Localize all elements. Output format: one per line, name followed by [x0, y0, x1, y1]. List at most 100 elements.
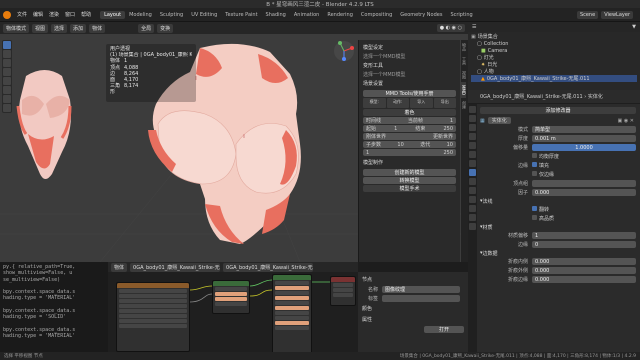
python-console[interactable]: py.{ relative_path=True, show_multiview=… [0, 262, 108, 360]
object-menu[interactable]: 物体 [89, 23, 106, 33]
mix-node[interactable] [212, 280, 250, 314]
material-tab-icon[interactable] [469, 214, 476, 221]
outliner-icon[interactable]: ☰ [472, 24, 476, 30]
list-item[interactable]: ▢ 灯光 [471, 54, 637, 62]
tab-create[interactable]: 创建 [461, 98, 467, 112]
tab-item[interactable]: 物品 [461, 40, 467, 54]
adjust-model-button[interactable]: 模型手术 [363, 185, 456, 192]
menu-render[interactable]: 渲染 [46, 11, 62, 18]
rotate-tool-icon[interactable] [3, 68, 11, 76]
tab-view[interactable]: 视图 [461, 68, 467, 82]
list-item[interactable]: ✷ 日光 [471, 61, 637, 69]
menu-edit[interactable]: 编辑 [30, 11, 46, 18]
navigation-gizmo[interactable] [333, 40, 355, 62]
normals-section[interactable]: ▾ 法线 [468, 197, 640, 205]
tab-uv-editing[interactable]: UV Editing [187, 11, 221, 19]
end-value-2[interactable]: 250 [443, 150, 453, 156]
shader-node-editor[interactable] [108, 272, 358, 360]
scene-settings-header[interactable]: 场景设置 [363, 78, 456, 89]
tool-tab-icon[interactable] [469, 106, 476, 113]
select-box-tool-icon[interactable] [3, 41, 11, 49]
model-setup-header[interactable]: 模型设定 [363, 42, 456, 53]
modifier-header[interactable]: ▦ 实体化 ▣ ◉ ✕ [468, 116, 640, 125]
convert-model-button[interactable]: 转换模型 [363, 177, 456, 184]
scale-tool-icon[interactable] [3, 77, 11, 85]
tab-geometry-nodes[interactable]: Geometry Nodes [396, 11, 446, 19]
iterations-value[interactable]: 10 [447, 142, 453, 148]
shading-button[interactable]: 着色 [363, 109, 456, 116]
filter-icon[interactable]: ▼ [632, 24, 636, 30]
tab-sculpting[interactable]: Sculpting [156, 11, 187, 19]
current-frame-value[interactable]: 1 [450, 118, 453, 124]
measure-tool-icon[interactable] [3, 104, 11, 112]
end-value[interactable]: 250 [443, 126, 453, 132]
scene-tab-icon[interactable] [469, 142, 476, 149]
image-texture-node[interactable] [116, 282, 190, 352]
physics-tab-icon[interactable] [469, 187, 476, 194]
list-item[interactable]: ▢ Collection [471, 40, 637, 47]
transform-dropdown[interactable]: 变换 [157, 23, 174, 33]
menu-file[interactable]: 文件 [14, 11, 30, 18]
tab-tool[interactable]: 工具 [461, 54, 467, 68]
constraints-tab-icon[interactable] [469, 196, 476, 203]
export-model-button[interactable]: 导出 [433, 98, 456, 108]
move-tool-icon[interactable] [3, 59, 11, 67]
materials-section[interactable]: ▾ 材质 [468, 223, 640, 231]
start-value-2[interactable]: 1 [366, 150, 369, 156]
outliner-root[interactable]: ▣ 场景集合 [471, 33, 637, 41]
render-tab-icon[interactable] [469, 115, 476, 122]
view-layer-selector[interactable]: ViewLayer [601, 10, 633, 19]
scene-selector[interactable]: Scene [576, 10, 599, 19]
node-section-header[interactable]: 节点 [362, 274, 464, 285]
list-item[interactable]: ▲ 0GA_body01_康熙_Kawaii_Strike-无尾.011 [471, 75, 637, 82]
view-menu[interactable]: 视图 [32, 23, 49, 33]
select-menu[interactable]: 选择 [51, 23, 68, 33]
tab-shading[interactable]: Shading [262, 11, 290, 19]
modifier-name-field[interactable]: 实体化 [487, 117, 511, 124]
menu-window[interactable]: 窗口 [62, 11, 78, 18]
tab-rendering[interactable]: Rendering [323, 11, 357, 19]
view-layer-tab-icon[interactable] [469, 133, 476, 140]
import-model-button[interactable]: 导入 [410, 98, 433, 108]
tab-scripting[interactable]: Scripting [446, 11, 476, 19]
cursor-tool-icon[interactable] [3, 50, 11, 58]
modifier-tab-icon[interactable] [469, 169, 476, 176]
bsdf-node[interactable] [272, 274, 312, 354]
tab-animation[interactable]: Animation [290, 11, 324, 19]
model-make-header[interactable]: 模型制作 [363, 157, 456, 168]
data-tab-icon[interactable] [469, 205, 476, 212]
start-value[interactable]: 1 [394, 126, 397, 132]
tab-compositing[interactable]: Compositing [357, 11, 396, 19]
mode-dropdown[interactable]: 物体模式 [3, 23, 30, 33]
add-menu[interactable]: 添加 [70, 23, 87, 33]
shading-mode-buttons[interactable]: ● ◐ ◉ ○ [436, 24, 465, 32]
frame-range-row[interactable]: 起始 1 结束 250 [363, 125, 456, 132]
particles-tab-icon[interactable] [469, 178, 476, 185]
substeps-value[interactable]: 10 [397, 142, 403, 148]
substeps-row[interactable]: 子步数 10 迭代 10 [363, 141, 456, 148]
mmd-tools-manual-button[interactable]: MMD Tools/使用手册 [363, 90, 456, 97]
transform-tool-icon[interactable] [3, 86, 11, 94]
material-output-node[interactable] [330, 276, 356, 306]
orientation-dropdown[interactable]: 全局 [138, 23, 155, 33]
tab-texture-paint[interactable]: Texture Paint [221, 11, 261, 19]
node-material-dropdown[interactable]: 0GA_body01_康熙_Kawaii_Strike-无尾.011 [130, 262, 221, 272]
tab-modeling[interactable]: Modeling [125, 11, 156, 19]
open-image-button[interactable]: 打开 [424, 326, 464, 333]
deform-tools-header[interactable]: 变形工具 [363, 60, 456, 71]
node-slot-dropdown[interactable]: 0GA_body01_康熙_Kawaii_Strike-无尾.011 [223, 262, 314, 272]
physics-range-row[interactable]: 1 250 [363, 149, 456, 156]
update-world-button[interactable]: 更新世界 [433, 133, 453, 140]
tab-layout[interactable]: Layout [100, 10, 126, 19]
list-item[interactable]: ▢ 人物 [471, 68, 637, 76]
output-tab-icon[interactable] [469, 124, 476, 131]
object-tab-icon[interactable] [469, 160, 476, 167]
world-tab-icon[interactable] [469, 151, 476, 158]
menu-help[interactable]: 帮助 [78, 11, 94, 18]
blender-logo-icon[interactable] [3, 10, 11, 19]
node-object-dropdown[interactable]: 物体 [111, 262, 128, 272]
node-color-header[interactable]: 颜色 [362, 303, 464, 314]
list-item[interactable]: ■ Camera [471, 47, 637, 54]
annotate-tool-icon[interactable] [3, 95, 11, 103]
texture-tab-icon[interactable] [469, 223, 476, 230]
